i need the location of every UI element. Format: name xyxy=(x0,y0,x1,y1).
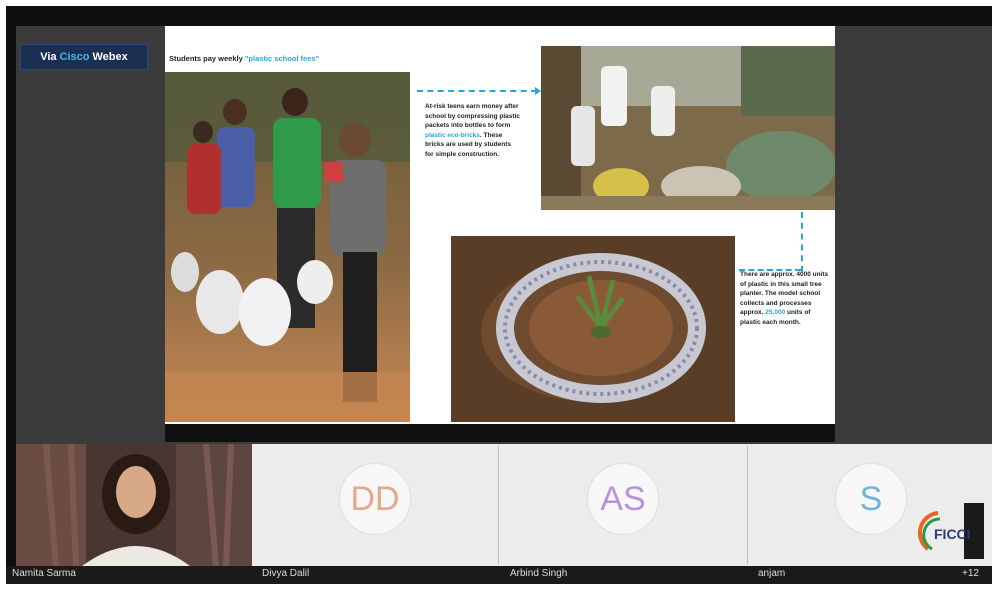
participant-video-tile[interactable] xyxy=(16,443,252,567)
more-participants-count[interactable]: +12 xyxy=(962,566,979,582)
bottom-margin xyxy=(0,584,992,591)
connector-arrow-icon xyxy=(535,87,541,95)
connector-line xyxy=(417,90,537,92)
ficci-logo-text: FICCI xyxy=(934,526,971,542)
eco-bricks-caption: At-risk teens earn money after school by… xyxy=(425,103,520,158)
participant-video xyxy=(16,443,252,567)
participant-name: Namita Sarma xyxy=(12,568,76,579)
badge-prefix: Via xyxy=(40,51,57,63)
slide-footer-bar xyxy=(165,424,835,442)
presentation-slide: Students pay weekly "plastic school fees… xyxy=(165,26,835,442)
participant-name: Divya Dalil xyxy=(262,568,310,579)
participant-avatar-dd: DD xyxy=(340,464,410,534)
students-carrying-plastic-photo xyxy=(165,72,410,422)
participant-name: Arbind Singh xyxy=(510,568,568,579)
badge-product: Webex xyxy=(92,51,128,63)
bottle-planter-photo xyxy=(451,236,735,422)
participant-avatar-s: S xyxy=(836,464,906,534)
connector-line xyxy=(739,269,801,271)
badge-brand: Cisco xyxy=(59,51,90,63)
participant-name: anjam xyxy=(758,568,786,579)
planter-caption: There are approx. 4000 units of plastic … xyxy=(740,271,829,326)
webex-badge: Via Cisco Webex xyxy=(20,44,148,70)
slide-title: Students pay weekly "plastic school fees… xyxy=(169,54,320,63)
participant-avatar-as: AS xyxy=(588,464,658,534)
participant-name-bar xyxy=(6,566,992,584)
connector-line xyxy=(801,212,803,272)
school-collection-photo xyxy=(541,46,835,210)
ficci-logo: FICCI xyxy=(914,503,984,559)
